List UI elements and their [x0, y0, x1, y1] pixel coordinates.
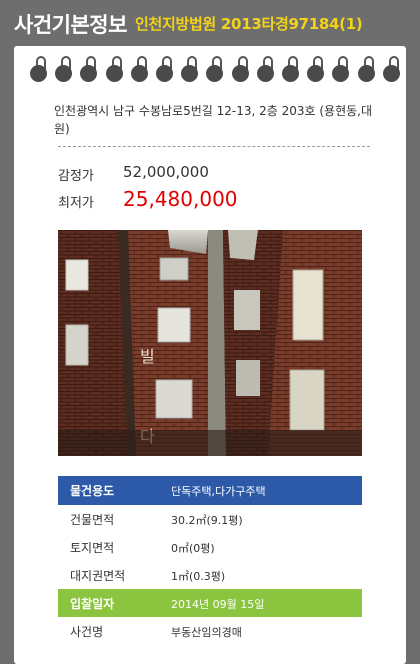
property-address: 인천광역시 남구 수봉남로5번길 12-13, 2층 203호 (용현동,대원): [54, 104, 373, 136]
detail-row: 토지면적 0㎡(0평): [58, 533, 362, 561]
detail-value: 1㎡(0.3평): [171, 570, 226, 583]
svg-text:빌: 빌: [140, 347, 155, 366]
binder-rings: [24, 56, 404, 82]
detail-value: 30.2㎡(9.1평): [171, 514, 243, 527]
detail-value: 2014년 09월 15일: [171, 598, 265, 611]
punch-hole: [332, 65, 350, 82]
detail-row: 사건명 부동산임의경매: [58, 617, 362, 645]
page-title: 사건기본정보: [14, 13, 127, 37]
detail-value: 0㎡(0평): [171, 542, 215, 555]
punch-hole: [231, 65, 249, 82]
punch-hole: [30, 65, 47, 82]
detail-row: 건물면적 30.2㎡(9.1평): [58, 505, 362, 533]
detail-label: 물건용도: [70, 484, 115, 498]
punch-hole: [55, 65, 73, 82]
info-card: 인천광역시 남구 수봉남로5번길 12-13, 2층 203호 (용현동,대원)…: [14, 46, 406, 664]
detail-row: 물건용도 단독주택,다가구주택: [58, 476, 362, 505]
detail-label: 건물면적: [70, 513, 115, 527]
punch-hole: [80, 65, 98, 82]
detail-label: 사건명: [70, 625, 104, 639]
detail-value: 단독주택,다가구주택: [171, 485, 266, 498]
punch-hole: [130, 65, 148, 82]
case-number: 인천지방법원 2013타경97184(1): [135, 15, 363, 33]
punch-hole: [105, 65, 123, 82]
header: 사건기본정보 인천지방법원 2013타경97184(1): [0, 0, 420, 46]
detail-label: 대지권면적: [70, 569, 126, 583]
binder-ring-icon: [377, 56, 407, 82]
minimum-price-label: 최저가: [58, 196, 94, 211]
punch-hole: [256, 65, 274, 82]
punch-hole: [357, 65, 375, 82]
building-photo-image: 빌 다: [58, 230, 362, 456]
punch-hole: [156, 65, 173, 82]
detail-value: 부동산임의경매: [171, 626, 242, 639]
punch-hole: [282, 65, 299, 82]
appraisal-value: 52,000,000: [123, 163, 209, 181]
detail-row: 대지권면적 1㎡(0.3평): [58, 561, 362, 589]
punch-hole: [181, 65, 199, 82]
detail-table: 물건용도 단독주택,다가구주택건물면적 30.2㎡(9.1평) 토지면적 0㎡(0평) 대…: [58, 476, 362, 645]
detail-label: 입찰일자: [70, 597, 115, 611]
punch-hole: [382, 65, 400, 82]
detail-row: 입찰일자 2014년 09월 15일: [58, 589, 362, 617]
appraisal-label: 감정가: [58, 169, 94, 184]
property-photo[interactable]: 빌 다: [58, 230, 362, 456]
minimum-price-value: 25,480,000: [123, 187, 238, 211]
detail-label: 토지면적: [70, 541, 115, 555]
punch-hole: [206, 65, 224, 82]
punch-hole: [307, 65, 325, 82]
divider: [58, 146, 370, 147]
